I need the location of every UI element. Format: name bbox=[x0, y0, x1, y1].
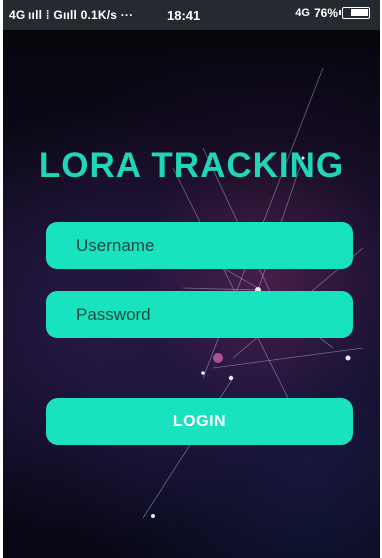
username-input[interactable] bbox=[46, 222, 353, 269]
login-button[interactable]: LOGIN bbox=[46, 398, 353, 445]
network-type-icon: 4G bbox=[295, 7, 310, 19]
battery-fill bbox=[351, 9, 368, 16]
app-screen: 4G ııll ⁞ Gııll 0.1K/s ··· 18:41 4G 76% bbox=[3, 0, 380, 558]
battery-percent: 76% bbox=[313, 6, 338, 20]
top-bar bbox=[3, 30, 380, 48]
clock: 18:41 bbox=[167, 8, 201, 23]
battery-icon bbox=[339, 7, 370, 19]
signal-status: 4G ııll ⁞ Gııll 0.1K/s ··· bbox=[9, 8, 134, 22]
password-input[interactable] bbox=[46, 291, 353, 338]
app-title: LORA TRACKING bbox=[38, 146, 345, 185]
status-bar: 4G ııll ⁞ Gııll 0.1K/s ··· 18:41 4G 76% bbox=[3, 0, 380, 30]
status-right: 4G 76% bbox=[295, 6, 370, 20]
